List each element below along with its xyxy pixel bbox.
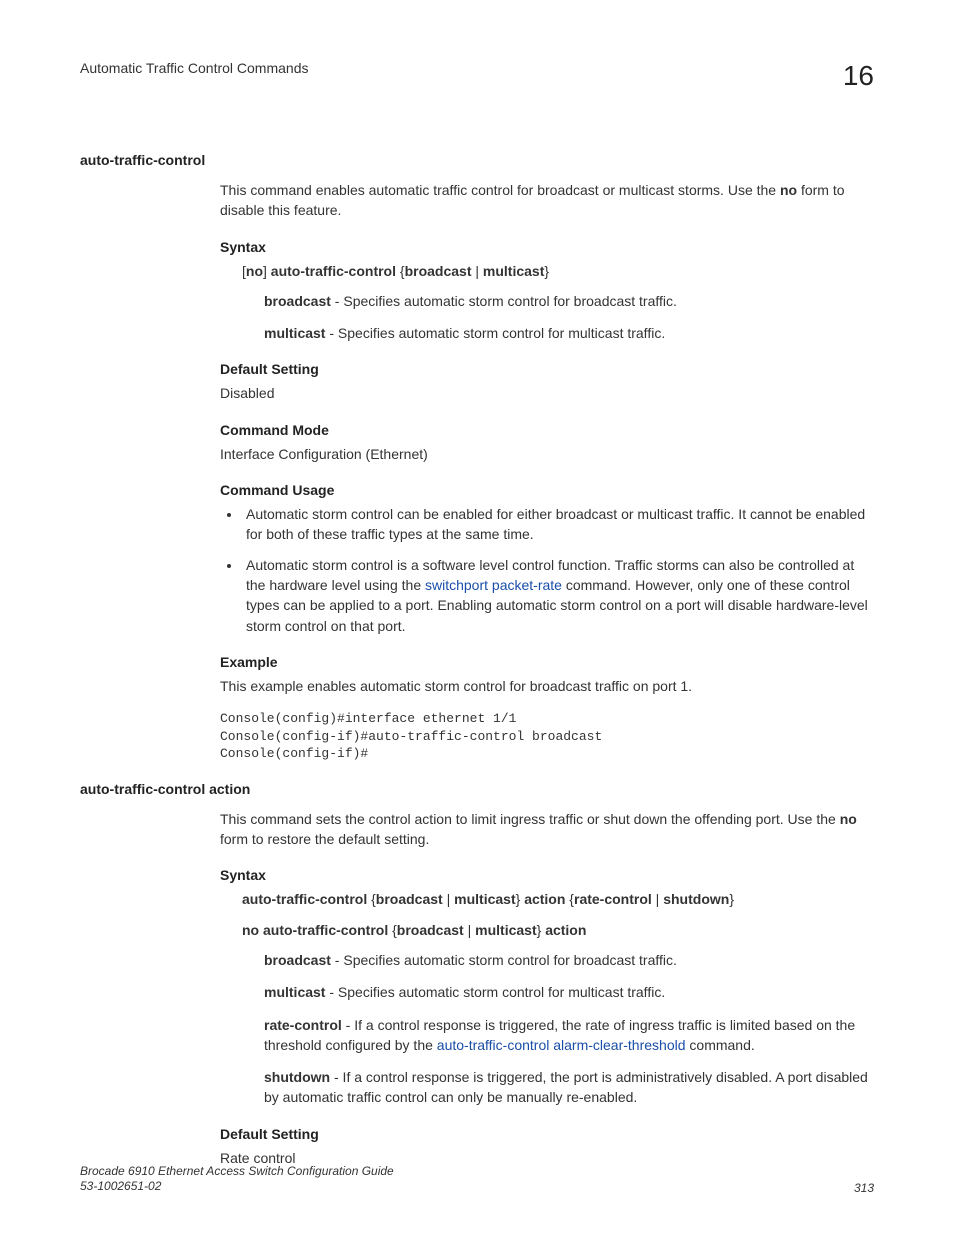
footer-title: Brocade 6910 Ethernet Access Switch Conf… xyxy=(80,1164,394,1180)
text-bold: multicast xyxy=(264,325,325,341)
usage-heading: Command Usage xyxy=(220,482,874,498)
param-multicast: multicast - Specifies automatic storm co… xyxy=(264,323,874,343)
text: { xyxy=(367,891,376,907)
text-bold: no xyxy=(840,811,857,827)
param-multicast: multicast - Specifies automatic storm co… xyxy=(264,982,874,1002)
text-bold: action xyxy=(545,922,586,938)
text: form to restore the default setting. xyxy=(220,831,429,847)
text-bold: multicast xyxy=(475,922,536,938)
text: - Specifies automatic storm control for … xyxy=(331,952,677,968)
mode-value: Interface Configuration (Ethernet) xyxy=(220,444,874,464)
text-bold: no xyxy=(246,263,263,279)
text-bold: multicast xyxy=(483,263,544,279)
text-bold: auto-traffic-control xyxy=(242,891,367,907)
text-bold: broadcast xyxy=(405,263,472,279)
text-bold: no auto-traffic-control xyxy=(242,922,388,938)
link-alarm-clear-threshold[interactable]: auto-traffic-control alarm-clear-thresho… xyxy=(437,1037,686,1053)
text: - Specifies automatic storm control for … xyxy=(325,325,665,341)
default-value: Disabled xyxy=(220,383,874,403)
link-switchport-packet-rate[interactable]: switchport packet-rate xyxy=(425,577,562,593)
text-bold: multicast xyxy=(454,891,515,907)
text: | xyxy=(652,891,663,907)
text: - Specifies automatic storm control for … xyxy=(325,984,665,1000)
text: | xyxy=(472,263,483,279)
text-bold: broadcast xyxy=(397,922,464,938)
page: Automatic Traffic Control Commands 16 au… xyxy=(0,0,954,1235)
command-name-2: auto-traffic-control action xyxy=(80,781,874,797)
footer-left: Brocade 6910 Ethernet Access Switch Conf… xyxy=(80,1164,394,1195)
footer-page-number: 313 xyxy=(854,1181,874,1195)
text-bold: broadcast xyxy=(264,952,331,968)
text-bold: shutdown xyxy=(264,1069,330,1085)
text: | xyxy=(443,891,454,907)
text: } xyxy=(729,891,734,907)
text-bold: rate-control xyxy=(574,891,652,907)
text: This command enables automatic traffic c… xyxy=(220,182,780,198)
text-bold: action xyxy=(524,891,565,907)
syntax-heading: Syntax xyxy=(220,239,874,255)
text-bold: shutdown xyxy=(663,891,729,907)
mode-heading: Command Mode xyxy=(220,422,874,438)
command-2-body: This command sets the control action to … xyxy=(220,809,874,1168)
syntax-line-1: auto-traffic-control {broadcast | multic… xyxy=(242,889,874,909)
param-rate-control: rate-control - If a control response is … xyxy=(264,1015,874,1056)
text-bold: no xyxy=(780,182,797,198)
text-bold: broadcast xyxy=(376,891,443,907)
cmd1-description: This command enables automatic traffic c… xyxy=(220,180,874,221)
syntax-heading: Syntax xyxy=(220,867,874,883)
command-1-body: This command enables automatic traffic c… xyxy=(220,180,874,763)
text: { xyxy=(396,263,405,279)
page-header: Automatic Traffic Control Commands 16 xyxy=(80,60,874,92)
text: This command sets the control action to … xyxy=(220,811,840,827)
param-broadcast: broadcast - Specifies automatic storm co… xyxy=(264,950,874,970)
text-bold: auto-traffic-control xyxy=(271,263,396,279)
param-broadcast: broadcast - Specifies automatic storm co… xyxy=(264,291,874,311)
chapter-number: 16 xyxy=(843,60,874,92)
usage-list: Automatic storm control can be enabled f… xyxy=(220,504,874,636)
text: ] xyxy=(263,263,271,279)
cmd2-description: This command sets the control action to … xyxy=(220,809,874,850)
text: } xyxy=(544,263,549,279)
text: - Specifies automatic storm control for … xyxy=(331,293,677,309)
text: { xyxy=(565,891,574,907)
text-bold: broadcast xyxy=(264,293,331,309)
example-heading: Example xyxy=(220,654,874,670)
header-title: Automatic Traffic Control Commands xyxy=(80,60,309,76)
page-footer: Brocade 6910 Ethernet Access Switch Conf… xyxy=(80,1164,874,1195)
text: command. xyxy=(686,1037,755,1053)
text-bold: rate-control xyxy=(264,1017,342,1033)
text: } xyxy=(537,922,546,938)
param-shutdown: shutdown - If a control response is trig… xyxy=(264,1067,874,1108)
usage-item: Automatic storm control is a software le… xyxy=(242,555,874,636)
console-output: Console(config)#interface ethernet 1/1 C… xyxy=(220,710,874,763)
command-name-1: auto-traffic-control xyxy=(80,152,874,168)
example-text: This example enables automatic storm con… xyxy=(220,676,874,696)
text: } xyxy=(516,891,525,907)
text: { xyxy=(388,922,397,938)
usage-item: Automatic storm control can be enabled f… xyxy=(242,504,874,545)
text-bold: multicast xyxy=(264,984,325,1000)
default-heading: Default Setting xyxy=(220,1126,874,1142)
text: - If a control response is triggered, th… xyxy=(264,1069,868,1105)
text: | xyxy=(464,922,475,938)
syntax-line: [no] auto-traffic-control {broadcast | m… xyxy=(242,261,874,281)
syntax-line-2: no auto-traffic-control {broadcast | mul… xyxy=(242,920,874,940)
default-heading: Default Setting xyxy=(220,361,874,377)
footer-docnum: 53-1002651-02 xyxy=(80,1179,394,1195)
